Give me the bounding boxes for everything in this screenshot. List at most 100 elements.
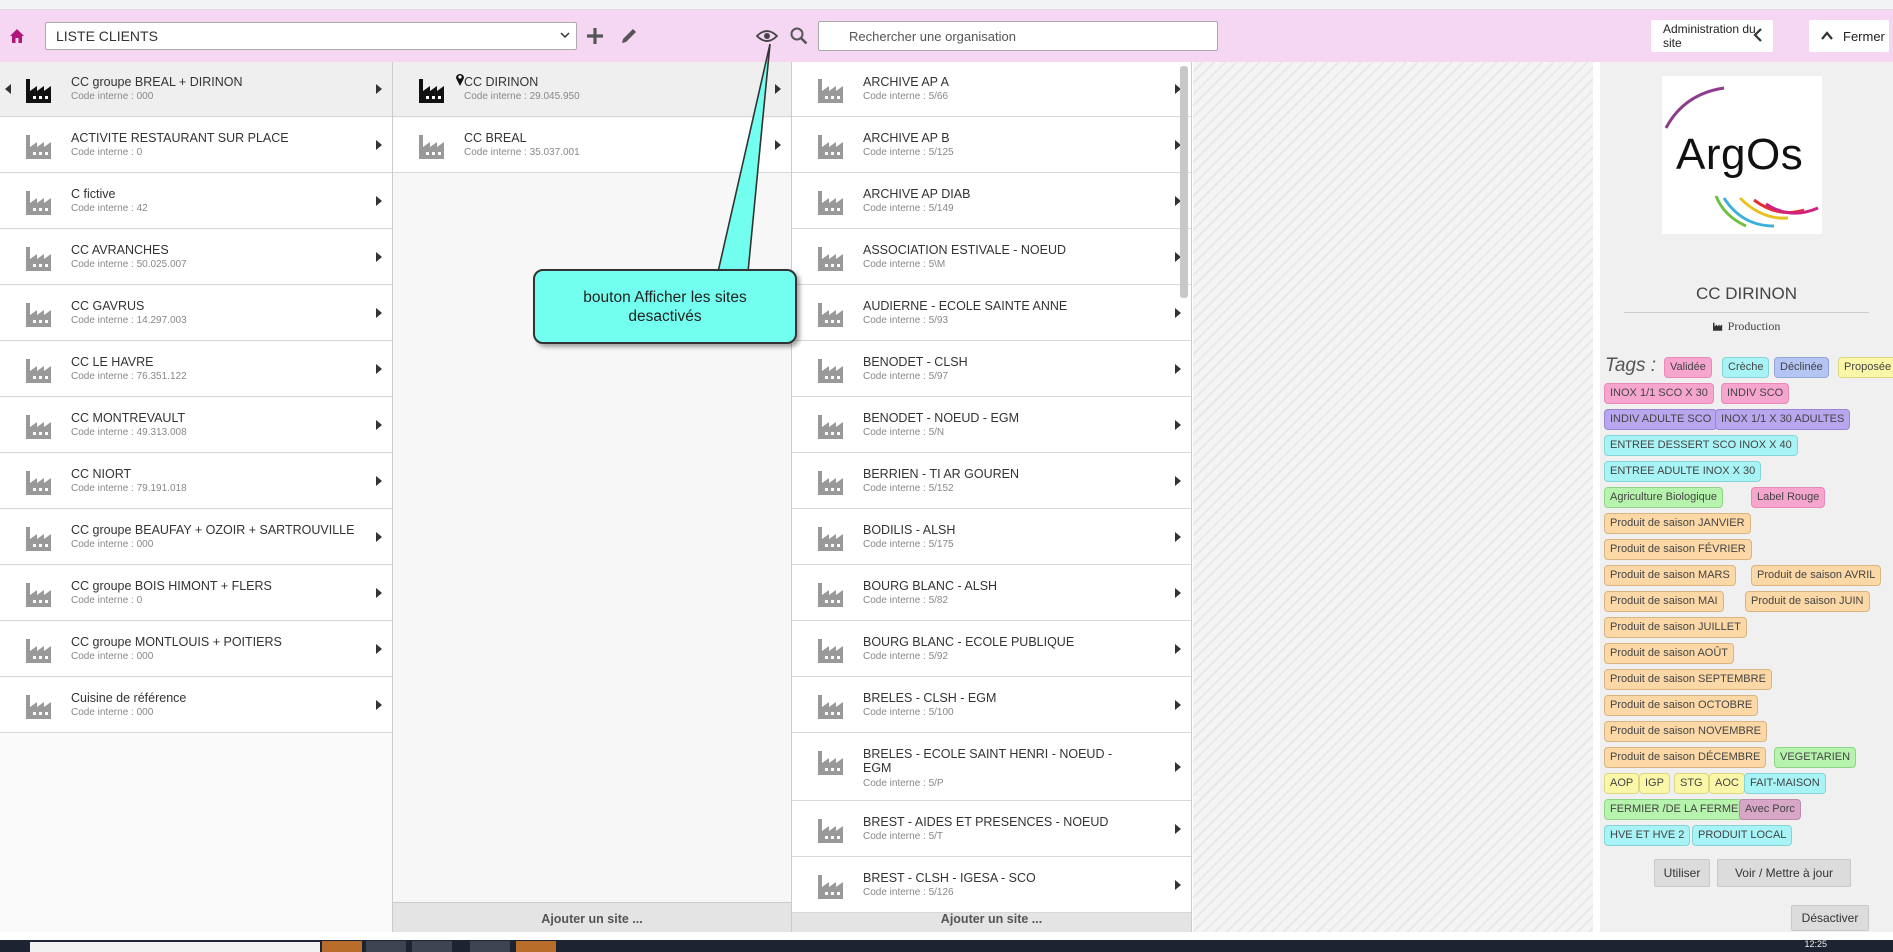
tag-badge[interactable]: IGP xyxy=(1639,773,1670,794)
site-list-item[interactable]: BRELES - CLSH - EGM Code interne : 5/100 xyxy=(792,678,1191,733)
tag-badge[interactable]: Produit de saison NOVEMBRE xyxy=(1604,721,1768,742)
chevron-right-icon[interactable] xyxy=(1175,762,1181,772)
tag-badge[interactable]: Produit de saison AOÛT xyxy=(1604,643,1735,664)
chevron-right-icon[interactable] xyxy=(376,532,382,542)
tag-badge[interactable]: Produit de saison FÉVRIER xyxy=(1604,539,1752,560)
tag-badge[interactable]: Proposée xyxy=(1838,357,1893,378)
client-list-item[interactable]: CC GAVRUS Code interne : 14.297.003 xyxy=(0,286,392,341)
tag-badge[interactable]: Déclinée xyxy=(1774,357,1829,378)
client-list-item[interactable]: CC groupe MONTLOUIS + POITIERS Code inter… xyxy=(0,622,392,677)
home-icon[interactable] xyxy=(6,25,28,47)
site-list-item[interactable]: BREST - CLSH - IGESA - SCO Code interne :… xyxy=(792,858,1191,913)
tag-badge[interactable]: Produit de saison JUIN xyxy=(1745,591,1870,612)
tag-badge[interactable]: FERMIER /DE LA FERME xyxy=(1604,799,1745,820)
site-list-item[interactable]: BENODET - CLSH Code interne : 5/97 xyxy=(792,342,1191,397)
client-list-item[interactable]: CC MONTREVAULT Code interne : 49.313.008 xyxy=(0,398,392,453)
view-update-button[interactable]: Voir / Mettre à jour xyxy=(1717,859,1851,887)
tag-badge[interactable]: VEGETARIEN xyxy=(1774,747,1857,768)
chevron-right-icon[interactable] xyxy=(376,420,382,430)
deactivate-button[interactable]: Désactiver xyxy=(1791,905,1869,931)
tag-badge[interactable]: INDIV ADULTE SCO xyxy=(1604,409,1718,430)
tag-badge[interactable]: Validée xyxy=(1664,357,1712,378)
chevron-right-icon[interactable] xyxy=(1175,644,1181,654)
chevron-right-icon[interactable] xyxy=(376,308,382,318)
organisation-search-input[interactable] xyxy=(818,21,1218,51)
client-list-item[interactable]: CC groupe BEAUFAY + OZOIR + SARTROUVILLE… xyxy=(0,510,392,565)
tag-badge[interactable]: Label Rouge xyxy=(1751,487,1826,508)
tag-badge[interactable]: FAIT-MAISON xyxy=(1744,773,1826,794)
chevron-right-icon[interactable] xyxy=(1175,880,1181,890)
client-list-select[interactable]: LISTE CLIENTS xyxy=(45,22,577,50)
taskbar-app[interactable] xyxy=(470,941,510,952)
add-button[interactable] xyxy=(583,24,607,48)
taskbar-search[interactable] xyxy=(30,942,320,952)
site-list-item[interactable]: AUDIERNE - ECOLE SAINTE ANNE Code interne… xyxy=(792,286,1191,341)
chevron-right-icon[interactable] xyxy=(376,700,382,710)
tag-badge[interactable]: HVE ET HVE 2 xyxy=(1604,825,1691,846)
site-list-item[interactable]: BOURG BLANC - ECOLE PUBLIQUE Code interne… xyxy=(792,622,1191,677)
site-list-item[interactable]: BODILIS - ALSH Code interne : 5/175 xyxy=(792,510,1191,565)
chevron-right-icon[interactable] xyxy=(1175,476,1181,486)
site-list-item[interactable]: ASSOCIATION ESTIVALE - NOEUD Code interne… xyxy=(792,230,1191,285)
tag-badge[interactable]: PRODUIT LOCAL xyxy=(1692,825,1793,846)
close-button[interactable]: Fermer xyxy=(1809,20,1889,52)
tag-badge[interactable]: Crèche xyxy=(1722,357,1770,378)
site-list-item[interactable]: BERRIEN - TI AR GOUREN Code interne : 5/1… xyxy=(792,454,1191,509)
site-list-item[interactable]: BREST - AIDES ET PRESENCES - NOEUD Code i… xyxy=(792,802,1191,857)
site-list-item[interactable]: ARCHIVE AP DIAB Code interne : 5/149 xyxy=(792,174,1191,229)
chevron-right-icon[interactable] xyxy=(376,476,382,486)
tag-badge[interactable]: INDIV SCO xyxy=(1721,383,1790,404)
client-list-item[interactable]: CC groupe BREAL + DIRINON Code interne : … xyxy=(0,62,392,117)
chevron-right-icon[interactable] xyxy=(1175,700,1181,710)
chevron-right-icon[interactable] xyxy=(1175,364,1181,374)
site-list-item[interactable]: BENODET - NOEUD - EGM Code interne : 5/N xyxy=(792,398,1191,453)
tag-badge[interactable]: ENTREE ADULTE INOX X 30 xyxy=(1604,461,1762,482)
chevron-left-icon[interactable] xyxy=(5,84,11,94)
taskbar-app[interactable] xyxy=(412,941,452,952)
site-list-item[interactable]: BOURG BLANC - ALSH Code interne : 5/82 xyxy=(792,566,1191,621)
chevron-right-icon[interactable] xyxy=(376,196,382,206)
tag-badge[interactable]: AOP xyxy=(1604,773,1640,794)
edit-button[interactable] xyxy=(617,24,641,48)
site-list-item[interactable]: ARCHIVE AP A Code interne : 5/66 xyxy=(792,62,1191,117)
client-list-item[interactable]: C fictive Code interne : 42 xyxy=(0,174,392,229)
tag-badge[interactable]: Produit de saison JANVIER xyxy=(1604,513,1751,534)
chevron-right-icon[interactable] xyxy=(376,588,382,598)
chevron-right-icon[interactable] xyxy=(1175,308,1181,318)
tag-badge[interactable]: Produit de saison OCTOBRE xyxy=(1604,695,1759,716)
taskbar-app[interactable] xyxy=(322,941,362,952)
use-button[interactable]: Utiliser xyxy=(1654,859,1710,887)
tag-badge[interactable]: Produit de saison JUILLET xyxy=(1604,617,1747,638)
client-list-item[interactable]: ACTIVITE RESTAURANT SUR PLACE Code intern… xyxy=(0,118,392,173)
taskbar-app[interactable] xyxy=(366,941,406,952)
site-list-item[interactable]: BRELES - ECOLE SAINT HENRI - NOEUD - EGM… xyxy=(792,734,1191,801)
tag-badge[interactable]: Produit de saison DÉCEMBRE xyxy=(1604,747,1767,768)
chevron-right-icon[interactable] xyxy=(1175,532,1181,542)
client-list-item[interactable]: Cuisine de référence Code interne : 000 xyxy=(0,678,392,733)
tag-badge[interactable]: STG xyxy=(1674,773,1709,794)
site-list-item[interactable]: ARCHIVE AP B Code interne : 5/125 xyxy=(792,118,1191,173)
site-list-scrollbar[interactable] xyxy=(1180,66,1188,298)
client-list-item[interactable]: CC groupe BOIS HIMONT + FLERS Code intern… xyxy=(0,566,392,621)
chevron-right-icon[interactable] xyxy=(1175,420,1181,430)
tag-badge[interactable]: Produit de saison MAI xyxy=(1604,591,1724,612)
tag-badge[interactable]: Produit de saison SEPTEMBRE xyxy=(1604,669,1772,690)
chevron-right-icon[interactable] xyxy=(376,252,382,262)
tag-badge[interactable]: AOC xyxy=(1709,773,1745,794)
tag-badge[interactable]: Avec Porc xyxy=(1739,799,1801,820)
tag-badge[interactable]: Agriculture Biologique xyxy=(1604,487,1724,508)
chevron-right-icon[interactable] xyxy=(1175,588,1181,598)
add-site-button[interactable]: Ajouter un site ... xyxy=(393,902,791,932)
client-list-item[interactable]: CC LE HAVRE Code interne : 76.351.122 xyxy=(0,342,392,397)
tag-badge[interactable]: INOX 1/1 SCO X 30 xyxy=(1604,383,1714,404)
client-list-item[interactable]: CC AVRANCHES Code interne : 50.025.007 xyxy=(0,230,392,285)
client-list-item[interactable]: CC NIORT Code interne : 79.191.018 xyxy=(0,454,392,509)
chevron-right-icon[interactable] xyxy=(1175,824,1181,834)
chevron-right-icon[interactable] xyxy=(376,644,382,654)
tag-badge[interactable]: INOX 1/1 X 30 ADULTES xyxy=(1715,409,1851,430)
site-admin-button[interactable]: Administration du site xyxy=(1651,20,1773,52)
tag-badge[interactable]: Produit de saison MARS xyxy=(1604,565,1736,586)
chevron-right-icon[interactable] xyxy=(376,140,382,150)
tag-badge[interactable]: Produit de saison AVRIL xyxy=(1751,565,1882,586)
chevron-right-icon[interactable] xyxy=(376,364,382,374)
